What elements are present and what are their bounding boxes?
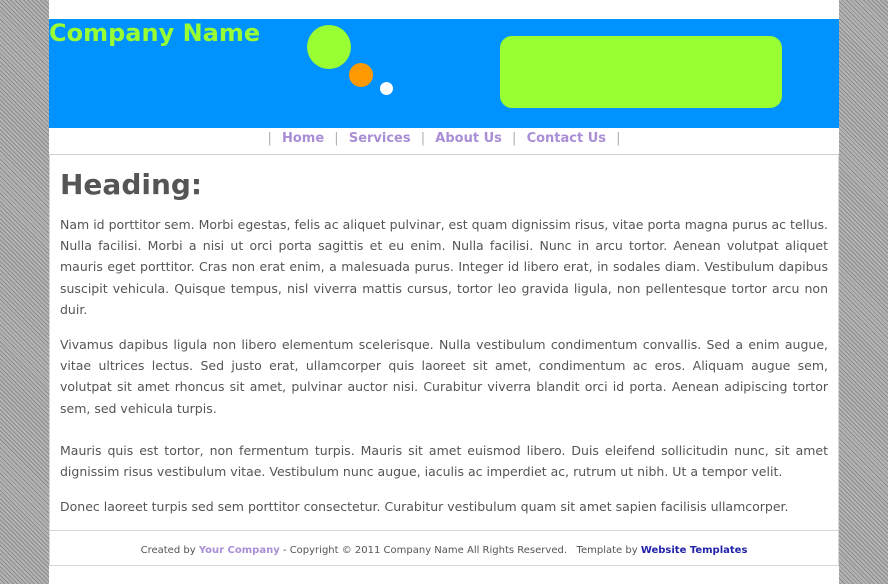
main-navigation: | Home | Services | About Us | Contact U…: [49, 128, 839, 155]
footer-website-templates-link[interactable]: Website Templates: [641, 545, 748, 556]
orange-circle-decoration: [349, 63, 373, 87]
nav-separator: |: [267, 131, 272, 146]
page-container: Company Name | Home | Services | About U…: [49, 0, 839, 584]
white-circle-decoration: [380, 82, 393, 95]
nav-item-contact-us[interactable]: Contact Us: [524, 131, 609, 146]
nav-separator: |: [420, 131, 426, 146]
large-green-circle-decoration: [307, 25, 351, 69]
main-content: Heading: Nam id porttitor sem. Morbi ege…: [49, 155, 839, 530]
nav-item-about-us[interactable]: About Us: [432, 131, 505, 146]
footer-copyright-text: - Copyright © 2011 Company Name All Righ…: [282, 545, 567, 556]
footer-template-by-text: Template by: [576, 545, 638, 556]
content-paragraph: Vivamus dapibus ligula non libero elemen…: [60, 337, 828, 416]
content-paragraph: Donec laoreet turpis sed sem porttitor c…: [60, 499, 789, 514]
company-name-logo[interactable]: Company Name: [49, 19, 260, 47]
page-heading: Heading:: [60, 168, 203, 201]
nav-separator: |: [334, 131, 339, 146]
footer-company-link[interactable]: Your Company: [199, 545, 280, 556]
nav-separator: |: [512, 131, 517, 146]
banner-box: [500, 36, 782, 108]
content-paragraph: Mauris quis est tortor, non fermentum tu…: [60, 443, 828, 480]
nav-item-home[interactable]: Home: [279, 131, 327, 146]
nav-separator: |: [616, 131, 621, 146]
content-paragraph: Nam id porttitor sem. Morbi egestas, fel…: [60, 217, 828, 317]
header-banner: Company Name: [49, 19, 839, 128]
page-footer: Created by Your Company - Copyright © 20…: [49, 530, 839, 566]
nav-item-services[interactable]: Services: [346, 131, 414, 146]
footer-created-by-text: Created by: [140, 545, 196, 556]
